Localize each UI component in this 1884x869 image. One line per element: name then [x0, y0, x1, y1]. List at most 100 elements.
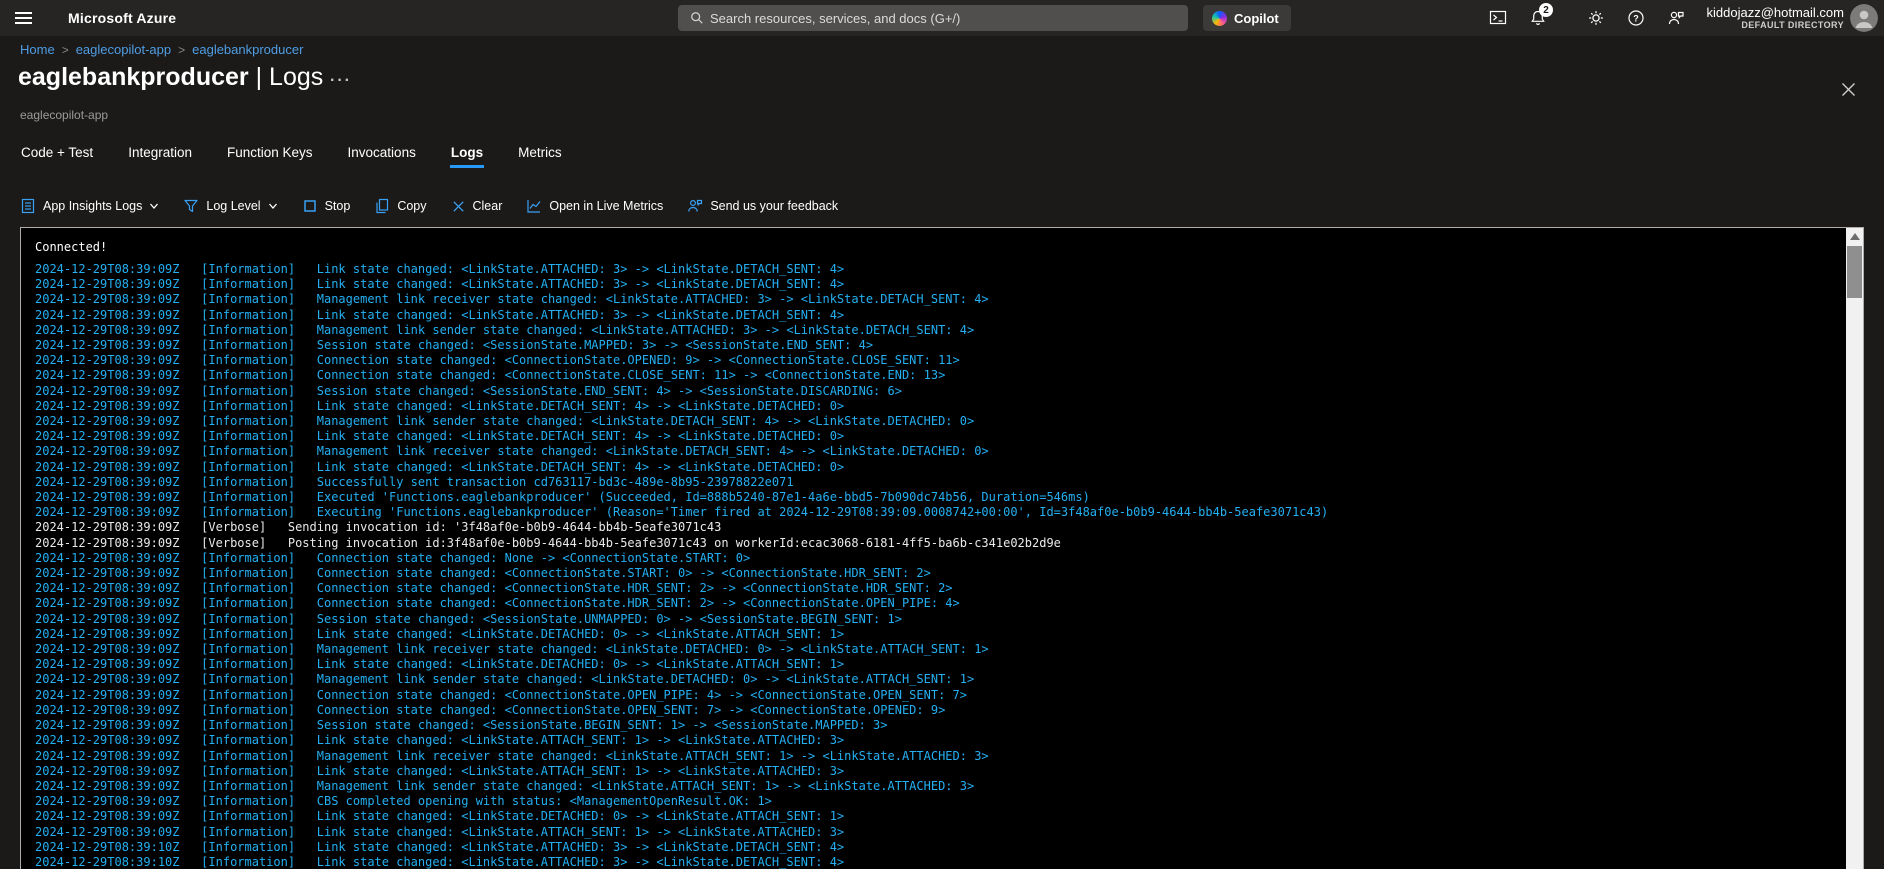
log-line: 2024-12-29T08:39:09Z [Information] Sessi…: [35, 718, 888, 733]
breadcrumb-link-eaglebankproducer[interactable]: eaglebankproducer: [192, 42, 303, 57]
svg-text:?: ?: [1633, 13, 1639, 23]
stop-label: Stop: [324, 199, 351, 213]
global-search[interactable]: [678, 5, 1188, 31]
breadcrumb-separator: >: [178, 42, 186, 57]
log-line: 2024-12-29T08:39:09Z [Information] Conne…: [35, 687, 967, 702]
send-feedback-button[interactable]: Send us your feedback: [687, 198, 838, 214]
log-line: 2024-12-29T08:39:09Z [Information] Link …: [35, 626, 845, 641]
copilot-label: Copilot: [1234, 10, 1279, 26]
feedback-icon[interactable]: [1656, 0, 1696, 36]
log-line: 2024-12-29T08:39:09Z [Information] Link …: [35, 459, 845, 474]
account-email: kiddojazz@hotmail.com: [1706, 5, 1844, 20]
hamburger-menu-icon[interactable]: [0, 0, 46, 36]
log-line: 2024-12-29T08:39:09Z [Information] Conne…: [35, 550, 751, 565]
tab-integration[interactable]: Integration: [127, 136, 193, 168]
page-subtitle: eaglecopilot-app: [20, 108, 109, 122]
logs-list-icon: [20, 198, 36, 214]
help-icon[interactable]: ?: [1616, 0, 1656, 36]
log-line: 2024-12-29T08:39:09Z [Verbose] Sending i…: [35, 520, 722, 535]
close-icon[interactable]: [1841, 82, 1856, 102]
log-line: 2024-12-29T08:39:09Z [Information] CBS c…: [35, 794, 772, 809]
log-console: Connected! 2024-12-29T08:39:09Z [Informa…: [20, 227, 1864, 869]
azure-portal-page: Microsoft Azure Copilot: [0, 0, 1884, 869]
log-line: 2024-12-29T08:39:09Z [Information] Manag…: [35, 414, 975, 429]
avatar[interactable]: [1850, 4, 1878, 32]
person-feedback-icon: [687, 198, 703, 214]
log-line: 2024-12-29T08:39:09Z [Information] Conne…: [35, 353, 960, 368]
page-title-name: eaglebankproducer: [18, 63, 249, 91]
brand-title[interactable]: Microsoft Azure: [68, 10, 176, 26]
breadcrumb: Home > eaglecopilot-app > eaglebankproducer: [20, 42, 303, 57]
open-live-metrics-label: Open in Live Metrics: [549, 199, 664, 213]
copilot-button[interactable]: Copilot: [1203, 5, 1291, 31]
account-directory: DEFAULT DIRECTORY: [1741, 20, 1844, 30]
tab-function-keys[interactable]: Function Keys: [226, 136, 314, 168]
log-line: 2024-12-29T08:39:09Z [Information] Conne…: [35, 566, 931, 581]
log-line: 2024-12-29T08:39:09Z [Information] Manag…: [35, 642, 989, 657]
log-line: 2024-12-29T08:39:09Z [Information] Succe…: [35, 474, 794, 489]
search-input[interactable]: [710, 10, 1180, 26]
log-line: 2024-12-29T08:39:09Z [Information] Manag…: [35, 444, 989, 459]
chevron-down-icon: [268, 201, 278, 211]
app-insights-logs-label: App Insights Logs: [43, 199, 143, 213]
log-line: 2024-12-29T08:39:09Z [Information] Conne…: [35, 596, 960, 611]
breadcrumb-link-eaglecopilot-app[interactable]: eaglecopilot-app: [76, 42, 171, 57]
top-icon-row: 2 ?: [1478, 0, 1696, 36]
log-line: 2024-12-29T08:39:09Z [Information] Link …: [35, 398, 845, 413]
scrollbar-up-icon[interactable]: [1846, 228, 1863, 245]
log-line: 2024-12-29T08:39:09Z [Information] Manag…: [35, 322, 975, 337]
breadcrumb-link-home[interactable]: Home: [20, 42, 55, 57]
log-console-content: Connected! 2024-12-29T08:39:09Z [Informa…: [21, 228, 1846, 869]
more-options-icon[interactable]: [330, 72, 352, 90]
cloud-shell-icon[interactable]: [1478, 0, 1518, 36]
copy-button[interactable]: Copy: [374, 198, 427, 214]
breadcrumb-separator: >: [61, 42, 69, 57]
copy-label: Copy: [397, 199, 427, 213]
tab-list: Code + Test Integration Function Keys Invoc…: [20, 136, 563, 168]
log-line: 2024-12-29T08:39:09Z [Verbose] Posting i…: [35, 535, 1061, 550]
log-line: 2024-12-29T08:39:09Z [Information] Link …: [35, 277, 845, 292]
log-line: 2024-12-29T08:39:09Z [Information] Sessi…: [35, 611, 902, 626]
copy-icon: [374, 198, 390, 214]
log-line: 2024-12-29T08:39:09Z [Information] Manag…: [35, 292, 989, 307]
scrollbar-thumb[interactable]: [1847, 246, 1862, 298]
log-level-label: Log Level: [206, 199, 261, 213]
notification-badge: 2: [1539, 3, 1553, 17]
page-title-suffix: | Logs: [255, 63, 324, 91]
stop-button[interactable]: Stop: [302, 198, 351, 214]
clear-x-icon: [451, 199, 466, 214]
stop-icon: [302, 198, 318, 214]
open-live-metrics-button[interactable]: Open in Live Metrics: [526, 198, 663, 214]
app-insights-logs-button[interactable]: App Insights Logs: [20, 198, 159, 214]
account-menu[interactable]: kiddojazz@hotmail.com DEFAULT DIRECTORY: [1707, 0, 1844, 36]
log-line: 2024-12-29T08:39:09Z [Information] Link …: [35, 657, 845, 672]
settings-gear-icon[interactable]: [1576, 0, 1616, 36]
log-line: 2024-12-29T08:39:09Z [Information] Link …: [35, 429, 845, 444]
page-title: eaglebankproducer | Logs: [18, 63, 323, 92]
logs-toolbar: App Insights Logs Log Level Stop Copy Clear O…: [20, 192, 838, 220]
tab-code-test[interactable]: Code + Test: [20, 136, 94, 168]
log-line: 2024-12-29T08:39:09Z [Information] Link …: [35, 824, 845, 839]
log-line: 2024-12-29T08:39:09Z [Information] Link …: [35, 763, 845, 778]
clear-label: Clear: [472, 199, 503, 213]
log-line: 2024-12-29T08:39:09Z [Information] Conne…: [35, 368, 946, 383]
chevron-down-icon: [149, 201, 159, 211]
log-line: 2024-12-29T08:39:09Z [Information] Sessi…: [35, 383, 902, 398]
tab-metrics[interactable]: Metrics: [517, 136, 563, 168]
log-line: 2024-12-29T08:39:09Z [Information] Manag…: [35, 748, 989, 763]
console-scrollbar[interactable]: [1846, 228, 1863, 869]
log-line: 2024-12-29T08:39:09Z [Information] Sessi…: [35, 338, 874, 353]
tab-logs[interactable]: Logs: [449, 136, 485, 168]
log-line: 2024-12-29T08:39:09Z [Information] Execu…: [35, 505, 1329, 520]
clear-button[interactable]: Clear: [451, 199, 503, 214]
log-level-button[interactable]: Log Level: [183, 198, 277, 214]
tab-invocations[interactable]: Invocations: [347, 136, 417, 168]
notifications-icon[interactable]: 2: [1518, 0, 1558, 36]
log-line: 2024-12-29T08:39:09Z [Information] Link …: [35, 307, 845, 322]
log-line: 2024-12-29T08:39:10Z [Information] Link …: [35, 854, 845, 869]
log-line: 2024-12-29T08:39:09Z [Information] Link …: [35, 733, 845, 748]
log-line: 2024-12-29T08:39:09Z [Information] Conne…: [35, 581, 953, 596]
line-chart-icon: [526, 198, 542, 214]
log-line: 2024-12-29T08:39:09Z [Information] Conne…: [35, 702, 946, 717]
log-line: 2024-12-29T08:39:09Z [Information] Link …: [35, 809, 845, 824]
